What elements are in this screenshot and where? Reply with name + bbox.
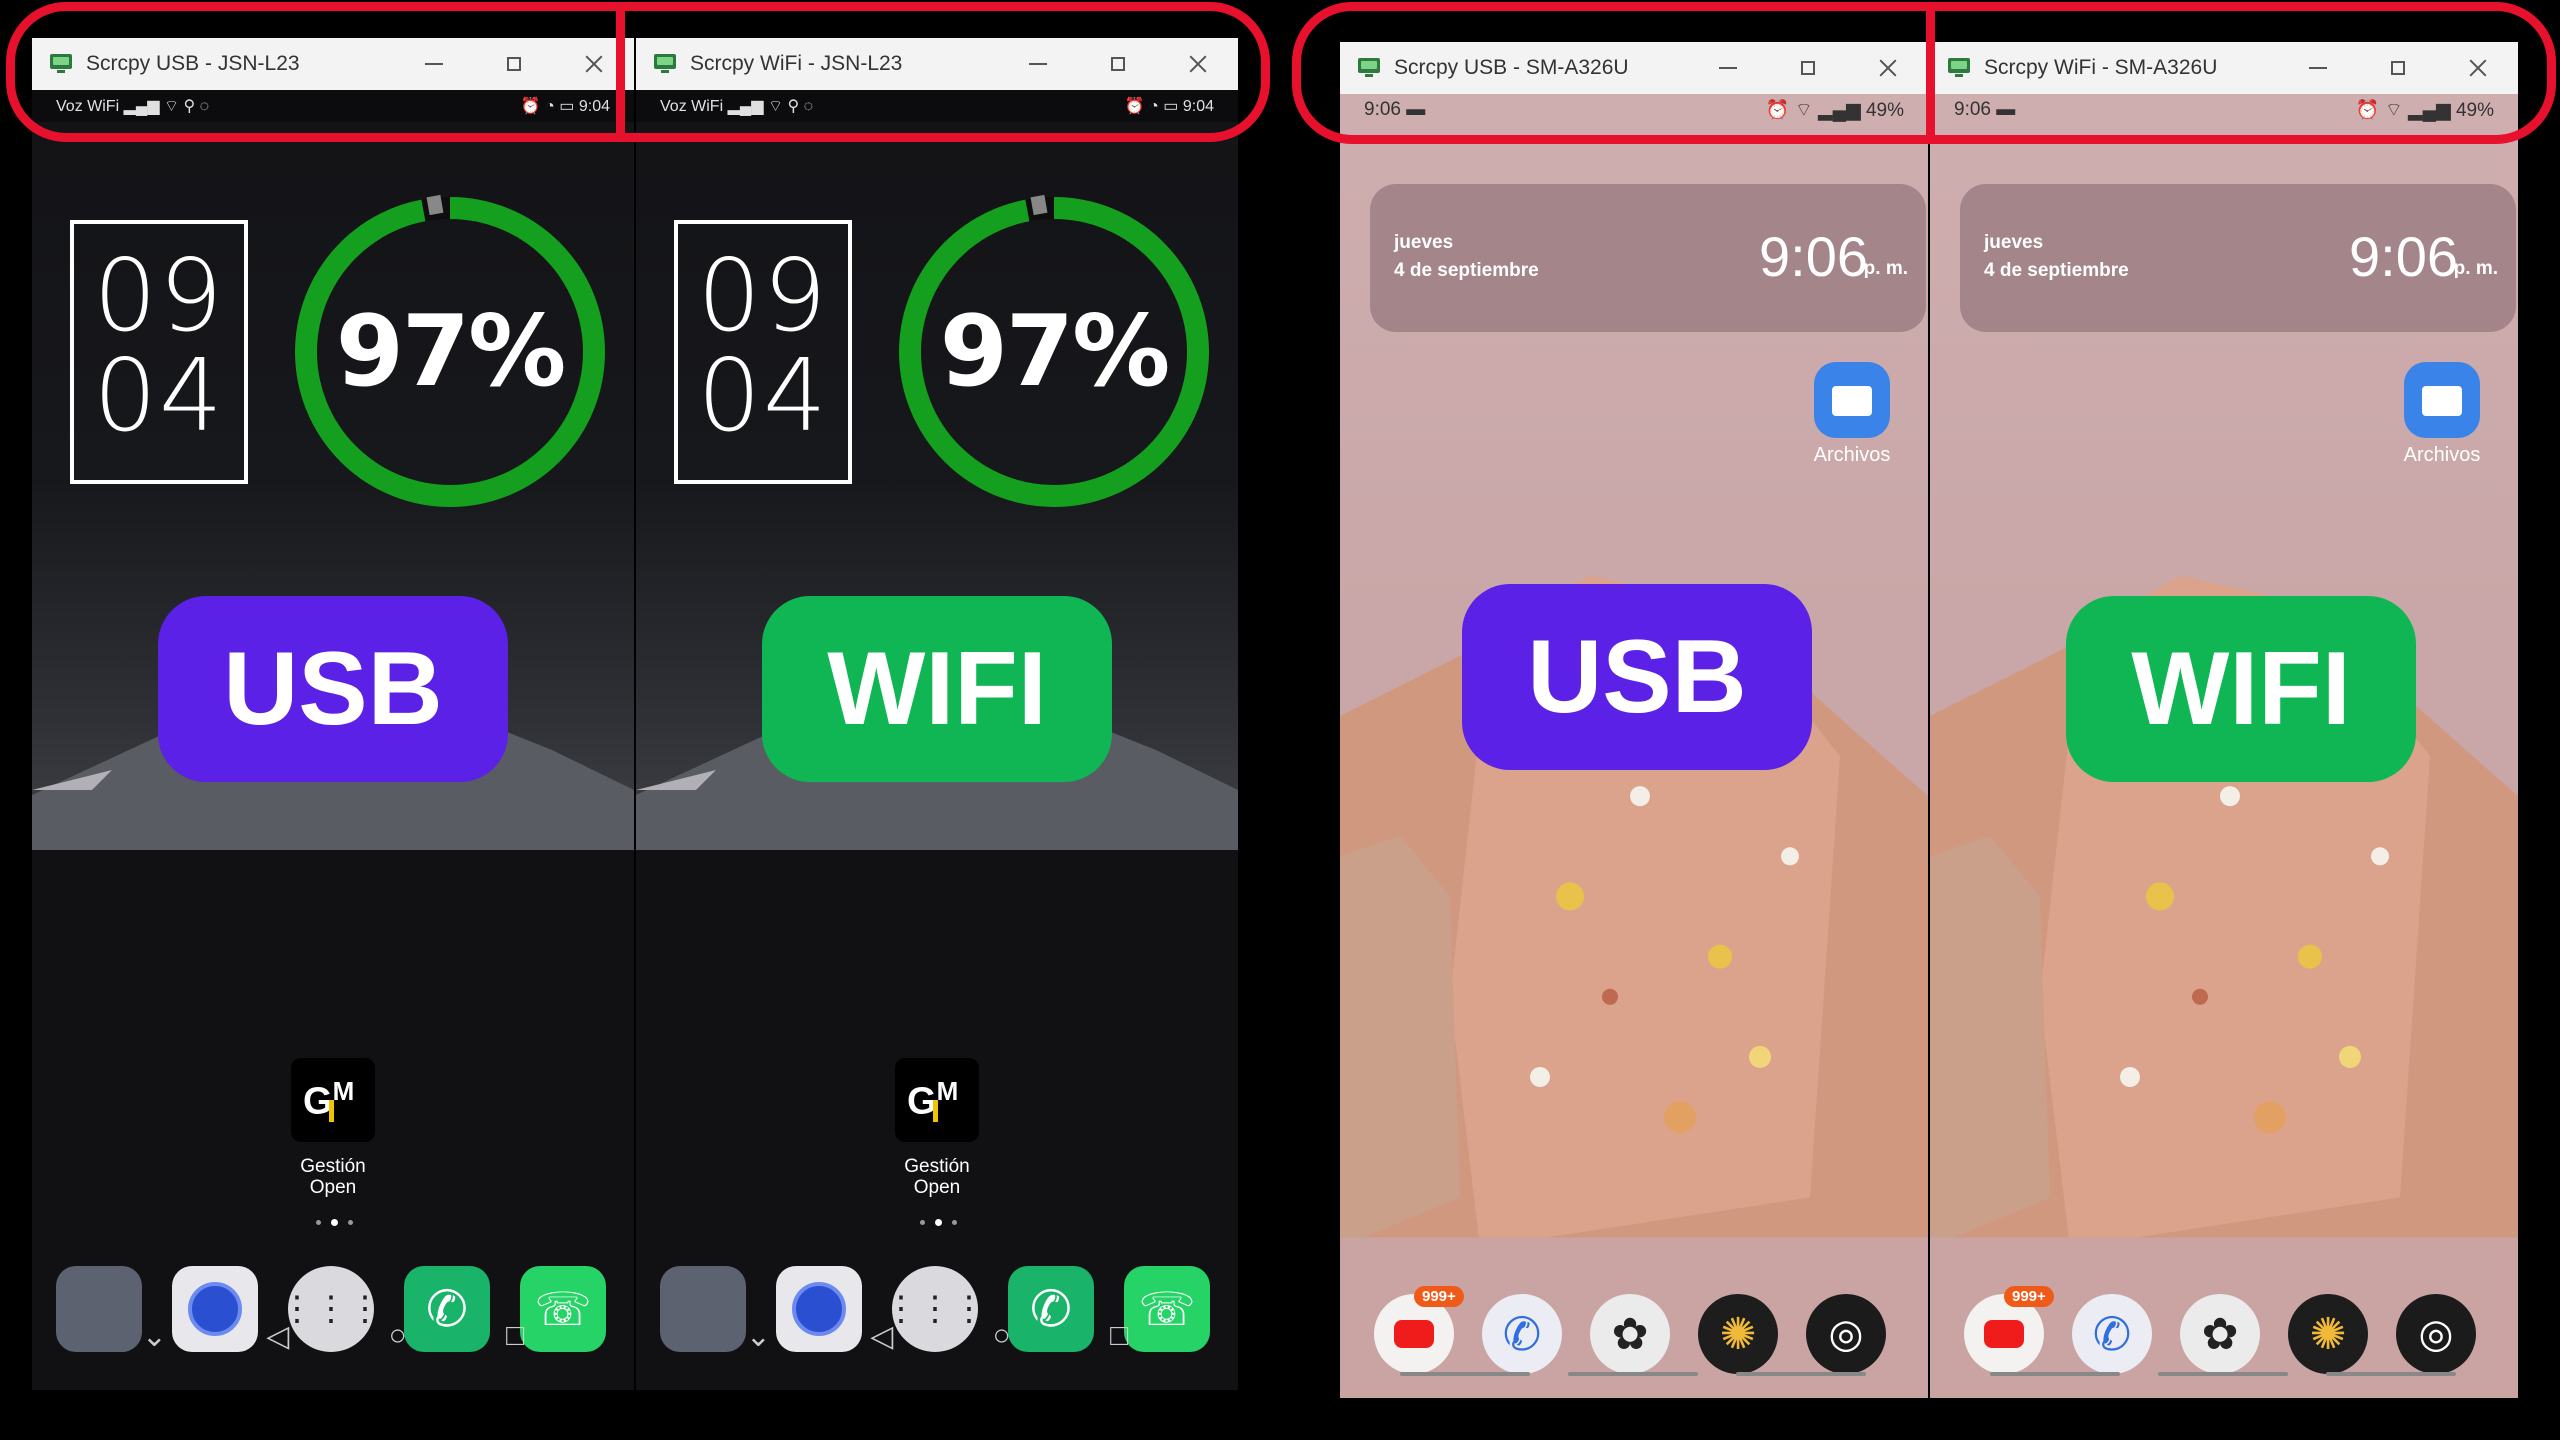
page-indicator xyxy=(304,1219,364,1230)
highlight-divider xyxy=(616,2,625,142)
gallery-icon[interactable]: ✺ xyxy=(2288,1294,2368,1374)
connection-label-wifi: WIFI xyxy=(762,596,1112,782)
chatgpt-icon[interactable]: ✿ xyxy=(1590,1294,1670,1374)
folder-icon[interactable] xyxy=(1814,362,1890,438)
widget-date: jueves 4 de septiembre xyxy=(1394,232,1539,281)
gm-icon[interactable]: GM xyxy=(895,1058,979,1142)
recents-icon[interactable]: □ xyxy=(506,1319,524,1353)
widget-time: 9:06 xyxy=(1759,225,1868,288)
phone-icon[interactable]: ✆ xyxy=(1482,1294,1562,1374)
hide-nav-icon[interactable]: ⌄ xyxy=(746,1319,771,1354)
clock-minute: 04 xyxy=(697,337,829,454)
page-indicator xyxy=(908,1219,968,1230)
home-icon[interactable]: ○ xyxy=(389,1319,407,1353)
widget-date: jueves 4 de septiembre xyxy=(1984,232,2129,281)
clock-hour: 09 xyxy=(697,237,829,354)
clock-hour: 09 xyxy=(93,237,225,354)
widget-time: 9:06 xyxy=(2349,225,2458,288)
highlight-outline-huawei xyxy=(6,2,1270,142)
notification-badge: 999+ xyxy=(1414,1286,1464,1307)
highlight-divider xyxy=(1926,2,1935,144)
clock-date-widget[interactable]: jueves 4 de septiembre 9:06 p. m. xyxy=(1370,184,1926,332)
camera-icon[interactable]: ◎ xyxy=(1806,1294,1886,1374)
widget-ampm: p. m. xyxy=(2453,258,2498,279)
nav-gesture-bar xyxy=(2158,1372,2288,1376)
app-label: Gestión Open xyxy=(300,1156,366,1198)
recents-icon[interactable]: □ xyxy=(1110,1319,1128,1353)
hide-nav-icon[interactable]: ⌄ xyxy=(142,1319,167,1354)
nav-gesture-bar xyxy=(2326,1372,2456,1376)
nav-gesture-bar xyxy=(1990,1372,2120,1376)
chatgpt-icon[interactable]: ✿ xyxy=(2180,1294,2260,1374)
back-icon[interactable]: ◁ xyxy=(266,1319,289,1354)
notification-badge: 999+ xyxy=(2004,1286,2054,1307)
navigation-bar: ⌄ ◁ ○ □ xyxy=(636,1306,1238,1366)
folder-icon[interactable] xyxy=(2404,362,2480,438)
folder-label: Archivos xyxy=(2403,444,2481,466)
app-label: Gestión Open xyxy=(904,1156,970,1198)
battery-percent: 97% xyxy=(335,295,567,409)
connection-label-usb: USB xyxy=(1462,584,1812,770)
phone-icon[interactable]: ✆ xyxy=(2072,1294,2152,1374)
clock-minute: 04 xyxy=(93,337,225,454)
nav-gesture-bar xyxy=(1736,1372,1866,1376)
nav-gesture-bar xyxy=(1568,1372,1698,1376)
folder-label: Archivos xyxy=(1813,444,1891,466)
connection-label-usb: USB xyxy=(158,596,508,782)
clock-widget: 09 04 xyxy=(674,220,852,484)
back-icon[interactable]: ◁ xyxy=(870,1319,893,1354)
gallery-icon[interactable]: ✺ xyxy=(1698,1294,1778,1374)
camera-icon[interactable]: ◎ xyxy=(2396,1294,2476,1374)
nav-gesture-bar xyxy=(1400,1372,1530,1376)
clock-date-widget[interactable]: jueves 4 de septiembre 9:06 p. m. xyxy=(1960,184,2516,332)
gm-icon[interactable]: GM xyxy=(291,1058,375,1142)
battery-percent: 97% xyxy=(939,295,1171,409)
home-icon[interactable]: ○ xyxy=(993,1319,1011,1353)
highlight-outline-samsung xyxy=(1292,2,2556,144)
connection-label-wifi: WIFI xyxy=(2066,596,2416,782)
widget-ampm: p. m. xyxy=(1863,258,1908,279)
clock-widget: 09 04 xyxy=(70,220,248,484)
navigation-bar: ⌄ ◁ ○ □ xyxy=(32,1306,634,1366)
